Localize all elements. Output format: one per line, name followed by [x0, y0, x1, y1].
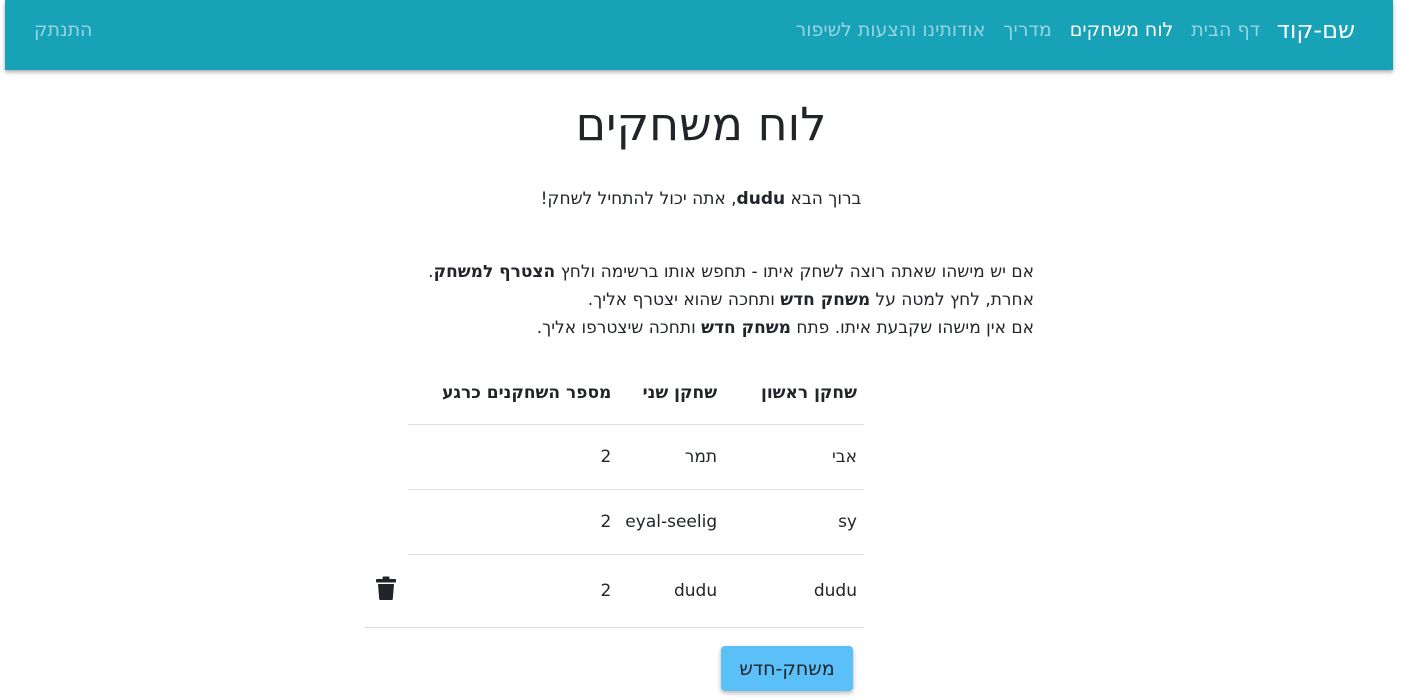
table-header-row: שחקן ראשון שחקן שני מספר השחקנים כרגע	[408, 362, 864, 425]
instruction-3-end: ותחכה שיצטרפו אליך.	[536, 318, 702, 338]
row-divider	[364, 627, 408, 628]
instruction-1-bold: הצטרף למשחק	[433, 262, 556, 282]
instruction-2-text: אחרת, לחץ למטה על	[870, 290, 1034, 310]
first-player-cell: אבי	[724, 424, 864, 490]
header-first-player: שחקן ראשון	[724, 362, 864, 425]
instruction-line-2: אחרת, לחץ למטה על משחק חדש ותחכה שהוא יצ…	[314, 286, 1034, 314]
instruction-line-1: אם יש מישהו שאתה רוצה לשחק איתו - תחפש א…	[314, 258, 1034, 286]
nav-link-guide[interactable]: מדריך	[994, 18, 1060, 42]
table-row[interactable]: sy eyal-seelig 2	[408, 489, 864, 555]
welcome-username: dudu	[736, 189, 786, 209]
table-row[interactable]: dudu dudu 2	[408, 554, 864, 628]
second-player-cell: תמר	[618, 424, 725, 490]
welcome-prefix: ברוך הבא	[785, 189, 862, 209]
first-player-cell: sy	[724, 489, 864, 555]
top-navbar: שם-קוד דף הבית לוח משחקים מדריך אודותינו…	[5, 0, 1393, 70]
nav-link-about[interactable]: אודותינו והצעות לשיפור	[787, 18, 995, 42]
welcome-message: ברוך הבא dudu, אתה יכול להתחיל לשחק!	[0, 186, 1402, 212]
player-count-cell: 2	[408, 554, 619, 628]
instruction-2-end: ותחכה שהוא יצטרף אליך.	[587, 290, 781, 310]
second-player-cell: dudu	[618, 554, 725, 628]
new-game-button[interactable]: משחק-חדש	[721, 646, 853, 691]
player-count-cell: 2	[408, 424, 619, 490]
page-title: לוח משחקים	[575, 97, 827, 151]
instructions: אם יש מישהו שאתה רוצה לשחק איתו - תחפש א…	[314, 258, 1034, 342]
instruction-2-bold: משחק חדש	[780, 290, 871, 310]
welcome-suffix: , אתה יכול להתחיל לשחק!	[540, 189, 737, 209]
second-player-cell: eyal-seelig	[618, 489, 725, 555]
nav-links: דף הבית לוח משחקים מדריך אודותינו והצעות…	[787, 18, 1269, 42]
instruction-1-text: אם יש מישהו שאתה רוצה לשחק איתו - תחפש א…	[555, 262, 1034, 282]
trash-icon[interactable]	[376, 576, 396, 600]
instruction-3-text: אם אין מישהו שקבעת איתו. פתח	[790, 318, 1034, 338]
games-table: שחקן ראשון שחקן שני מספר השחקנים כרגע אב…	[408, 362, 864, 628]
instruction-3-bold: משחק חדש	[701, 318, 791, 338]
nav-link-home[interactable]: דף הבית	[1182, 18, 1269, 42]
header-second-player: שחקן שני	[618, 362, 725, 425]
logout-link[interactable]: התנתק	[34, 18, 92, 42]
table-row[interactable]: אבי תמר 2	[408, 424, 864, 490]
nav-link-game-board[interactable]: לוח משחקים	[1061, 18, 1183, 42]
instruction-line-3: אם אין מישהו שקבעת איתו. פתח משחק חדש ות…	[314, 314, 1034, 342]
header-player-count: מספר השחקנים כרגע	[408, 362, 619, 425]
player-count-cell: 2	[408, 489, 619, 555]
brand-logo[interactable]: שם-קוד	[1277, 15, 1355, 45]
first-player-cell: dudu	[724, 554, 864, 628]
